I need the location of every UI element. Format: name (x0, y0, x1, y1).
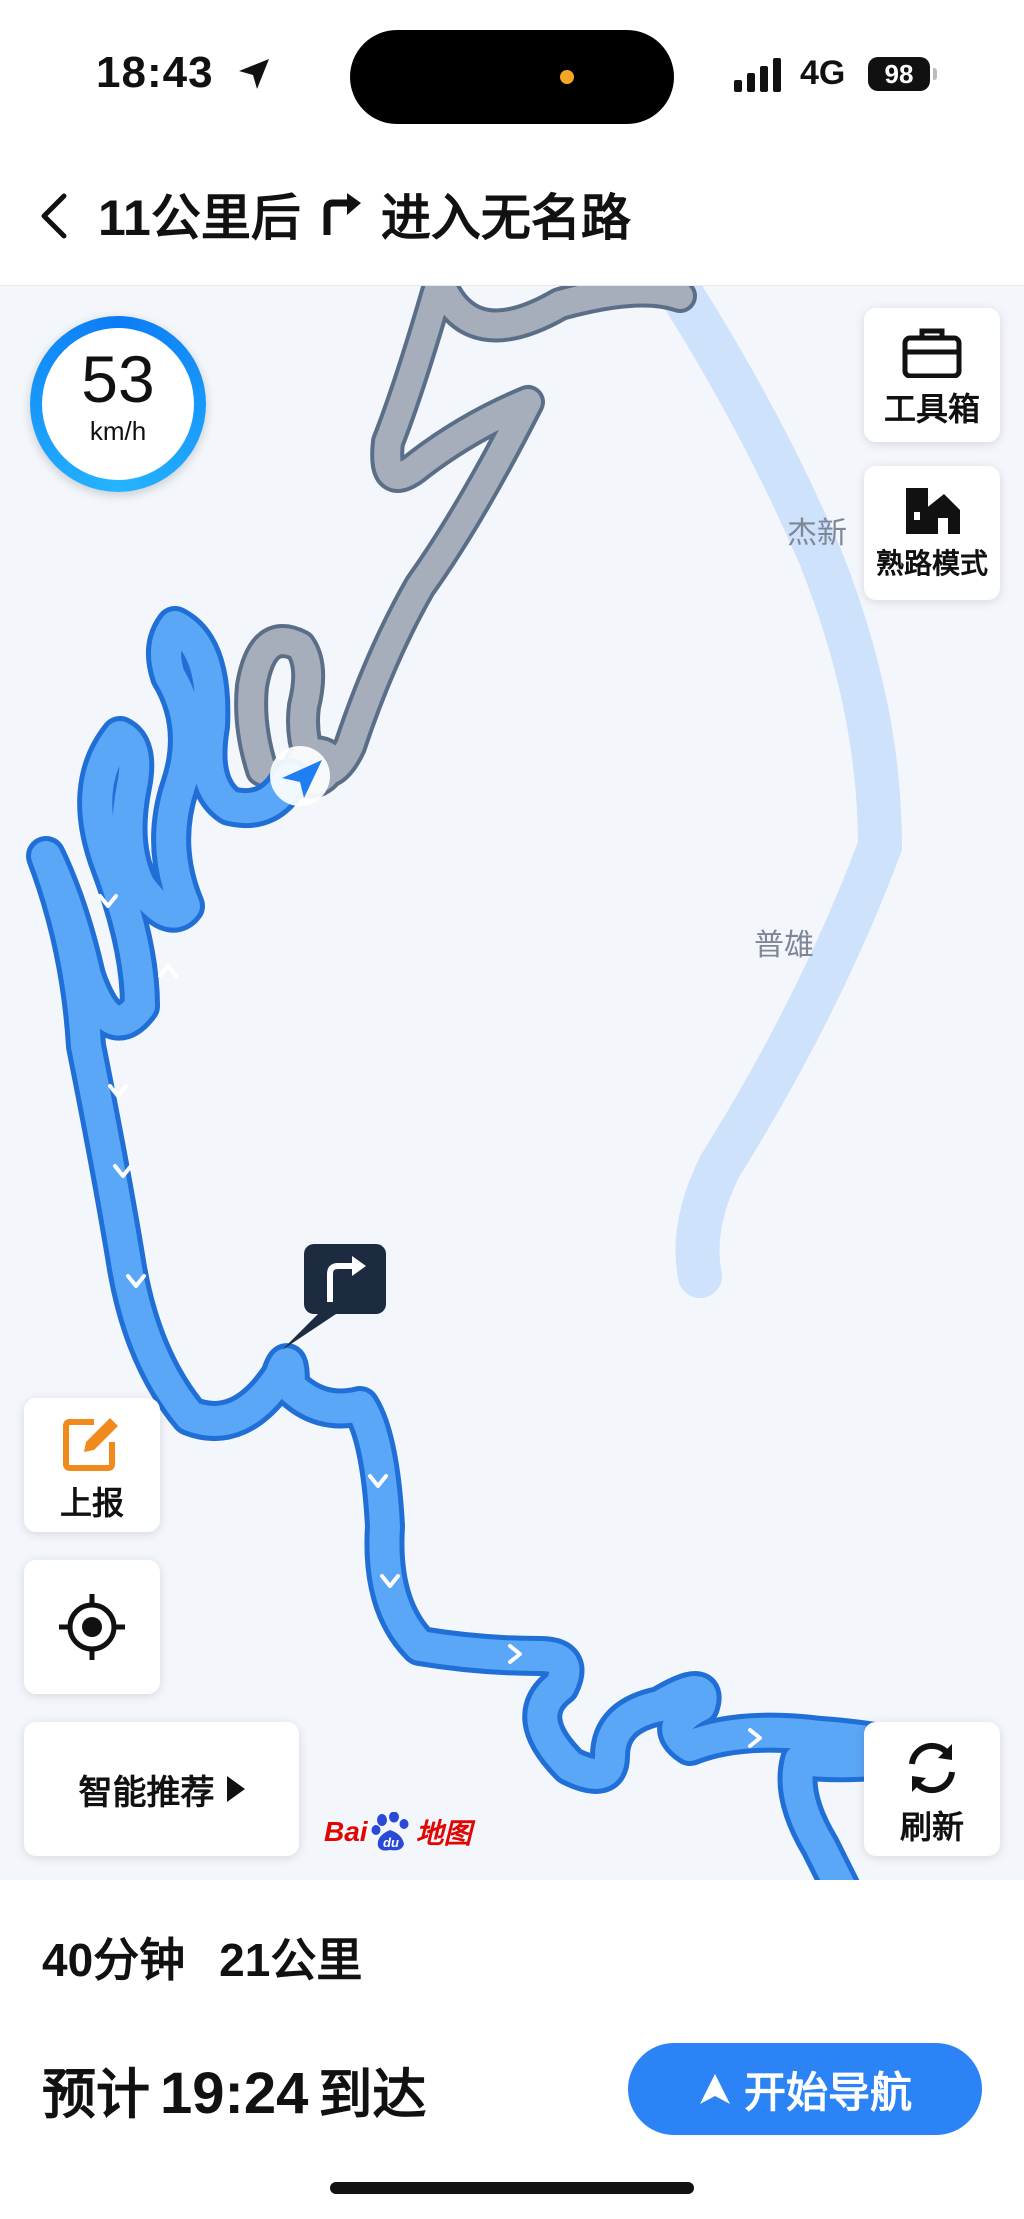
eta-prefix: 预计 (42, 2065, 150, 2125)
home-indicator[interactable] (330, 2182, 694, 2194)
report-edit-icon (63, 1418, 118, 1471)
back-chevron-icon[interactable] (34, 188, 74, 244)
route-chevrons (98, 894, 762, 1748)
network-type: 4G (800, 54, 846, 92)
maneuver-road: 进入无名路 (380, 190, 631, 246)
speedometer: 53 km/h (30, 316, 206, 492)
eta-line: 预计 19:24 到达 (42, 2050, 426, 2129)
navigation-header: 11公里后 进入无名路 (0, 150, 1024, 286)
next-maneuver: 11公里后 进入无名路 (98, 178, 631, 250)
smart-recommend-label: 智能推荐 (78, 1773, 215, 1812)
trip-panel: 40分钟 21公里 预计 19:24 到达 开始导航 (0, 1880, 1024, 2219)
turn-marker-pointer (282, 1314, 336, 1350)
logo-bai: Bai (324, 1816, 368, 1847)
battery-icon: 98 (868, 57, 930, 91)
toolbox-icon (902, 328, 962, 378)
travelled-route (234, 286, 697, 799)
turn-marker (304, 1244, 386, 1314)
upcoming-route (26, 606, 940, 1880)
logo-du-text: du (383, 1835, 399, 1850)
start-navigation-label: 开始导航 (743, 2068, 912, 2116)
current-position-marker (270, 746, 330, 806)
cellular-signal-icon (734, 58, 781, 92)
logo-map-text: 地图 (415, 1818, 472, 1849)
turn-right-icon (327, 1256, 366, 1302)
eta-suffix: 到达 (318, 2065, 427, 2125)
trip-distance: 21公里 (219, 1934, 363, 1986)
dynamic-island (350, 30, 674, 124)
refresh-icon (909, 1742, 955, 1794)
toolbox-label: 工具箱 (883, 391, 980, 427)
baidu-map-logo: Bai du 地图 (324, 1812, 472, 1852)
familiar-mode-label: 熟路模式 (875, 548, 988, 579)
location-arrow-icon (239, 59, 269, 89)
turn-right-icon (323, 193, 361, 235)
status-time: 18:43 (96, 48, 214, 97)
start-navigation-button[interactable]: 开始导航 (628, 2043, 982, 2135)
refresh-label: 刷新 (899, 1809, 964, 1845)
privacy-dot-icon (560, 70, 574, 84)
locate-me-button[interactable] (24, 1560, 160, 1694)
report-button[interactable]: 上报 (24, 1398, 160, 1532)
toolbox-button[interactable]: 工具箱 (864, 308, 1000, 442)
familiar-mode-button[interactable]: 熟路模式 (864, 466, 1000, 600)
maneuver-distance: 11公里后 (98, 190, 301, 246)
speed-unit: km/h (89, 416, 147, 446)
river-shape (650, 286, 903, 1298)
report-label: 上报 (59, 1485, 124, 1521)
baidu-paw-icon: du (371, 1812, 409, 1851)
speed-value: 53 (81, 342, 155, 416)
refresh-button[interactable]: 刷新 (864, 1722, 1000, 1856)
navigation-arrow-icon (699, 2074, 730, 2104)
battery-tip (933, 68, 937, 80)
place-label-puxiong: 普雄 (754, 929, 814, 962)
play-triangle-icon (226, 1776, 245, 1802)
trip-duration: 40分钟 (42, 1934, 186, 1986)
house-icon (906, 488, 960, 534)
crosshair-icon (59, 1594, 125, 1660)
trip-summary: 40分钟 21公里 (42, 1924, 362, 1990)
smart-recommend-button[interactable]: 智能推荐 (24, 1722, 299, 1856)
place-label-jiexin: 杰新 (787, 517, 847, 550)
status-bar: 18:43 4G 98 (0, 0, 1024, 150)
eta-time: 19:24 (160, 2061, 309, 2126)
map-view[interactable]: 杰新 普雄 53 km/h 工具箱 熟路模式 上报 智能推荐 刷新 Bai du… (0, 286, 1024, 1880)
